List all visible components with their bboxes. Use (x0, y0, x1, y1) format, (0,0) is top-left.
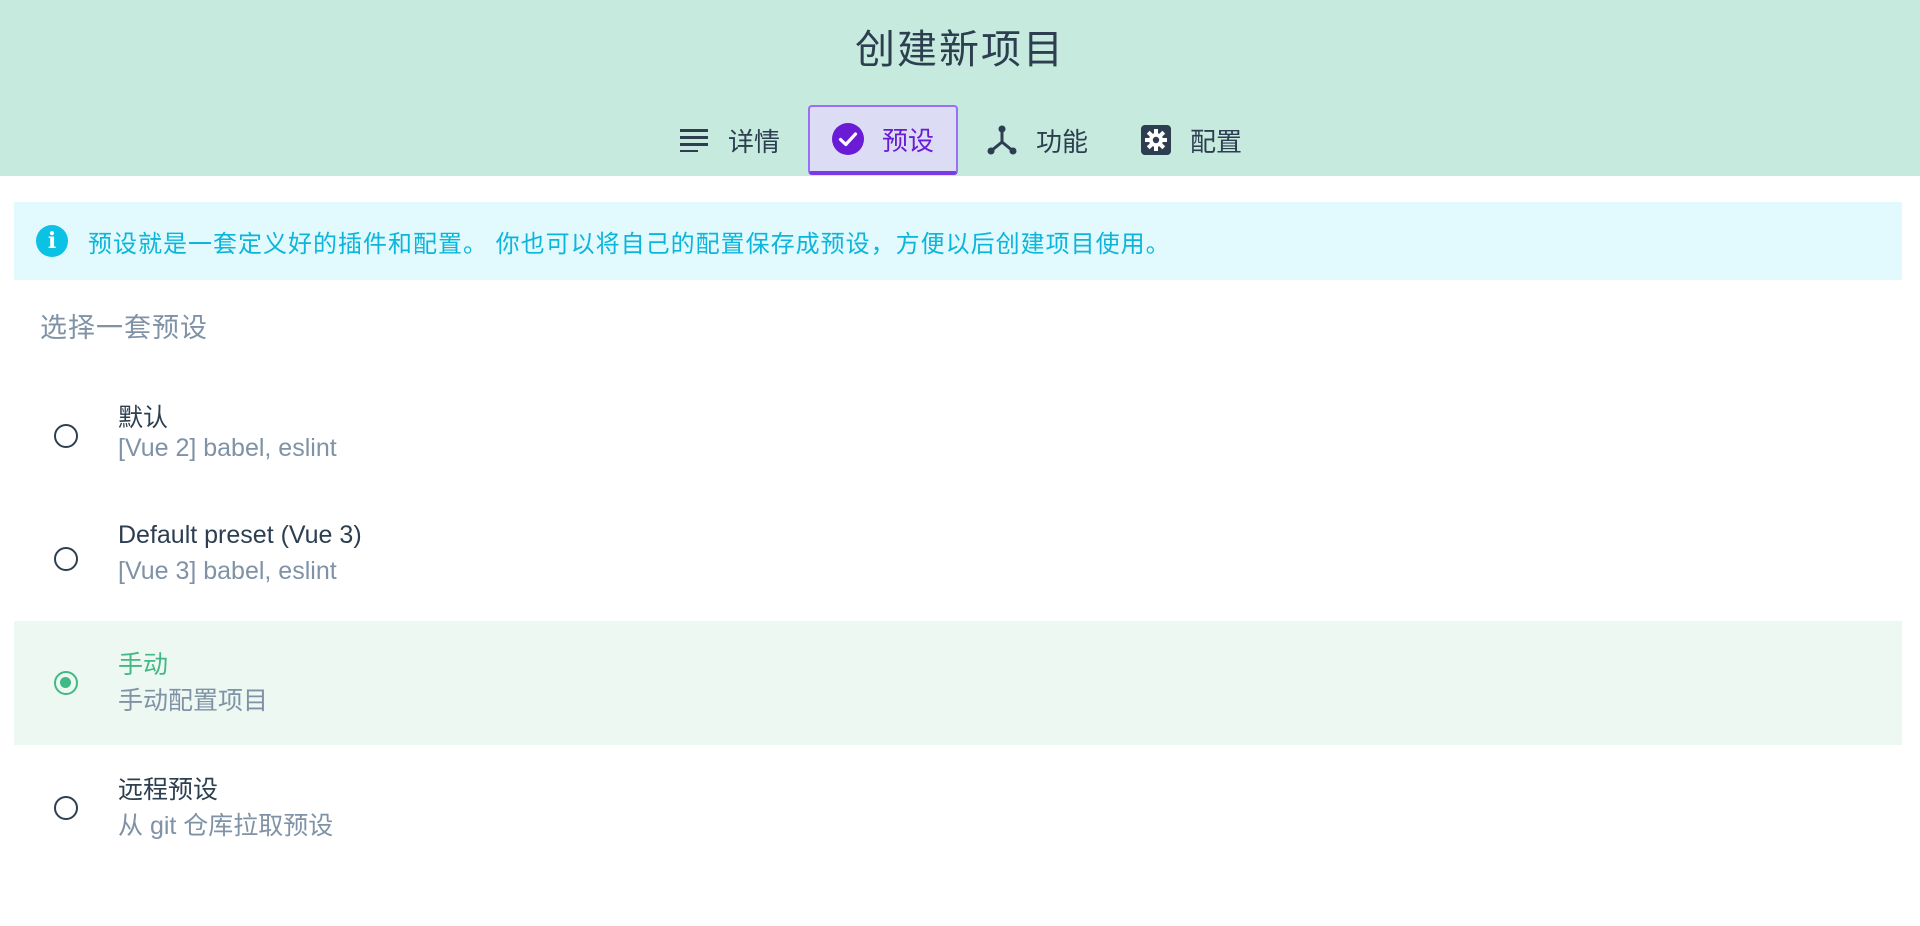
preset-description: 从 git 仓库拉取预设 (118, 812, 334, 840)
tab-details[interactable]: 详情 (654, 105, 804, 175)
tab-config[interactable]: 配置 (1116, 105, 1266, 175)
preset-option-default[interactable]: 默认 [Vue 2] babel, eslint (14, 374, 1902, 498)
preset-name: 默认 (118, 404, 169, 432)
tab-presets-label: 预设 (881, 125, 934, 156)
radio-button[interactable] (54, 547, 78, 571)
preset-description: 手动配置项目 (118, 687, 269, 715)
tab-config-label: 配置 (1190, 126, 1243, 157)
info-text: 预设就是一套定义好的插件和配置。 你也可以将自己的配置保存成预设，方便以后创建项… (88, 230, 1171, 258)
preset-name: Default preset (Vue 3) (118, 521, 362, 549)
tab-bar: 详情 预设 功能 配置 (0, 105, 1920, 176)
header: 创建新项目 详情 预设 功能 配置 (0, 0, 1920, 176)
gear-square-icon (1140, 124, 1172, 156)
preset-description: [Vue 2] babel, eslint (118, 434, 337, 462)
info-banner: i 预设就是一套定义好的插件和配置。 你也可以将自己的配置保存成预设，方便以后创… (14, 202, 1902, 280)
preset-option-vue3[interactable]: Default preset (Vue 3) [Vue 3] babel, es… (14, 497, 1902, 621)
fork-icon (986, 124, 1018, 156)
radio-button[interactable] (54, 424, 78, 448)
page-title: 创建新项目 (855, 28, 1065, 72)
preset-description: [Vue 3] babel, eslint (118, 557, 337, 585)
list-lines-icon (678, 124, 710, 156)
preset-name: 手动 (118, 651, 169, 679)
tab-features[interactable]: 功能 (962, 105, 1112, 175)
preset-option-manual[interactable]: 手动 手动配置项目 (14, 621, 1902, 745)
radio-button[interactable] (54, 671, 78, 695)
tab-presets[interactable]: 预设 (807, 105, 958, 175)
preset-option-remote[interactable]: 远程预设 从 git 仓库拉取预设 (14, 746, 1902, 870)
radio-button[interactable] (54, 796, 78, 820)
info-icon: i (36, 225, 68, 257)
tab-details-label: 详情 (727, 126, 780, 157)
tab-features-label: 功能 (1036, 126, 1089, 157)
preset-name: 远程预设 (118, 776, 219, 804)
section-title: 选择一套预设 (40, 313, 208, 343)
check-circle-icon (831, 123, 864, 155)
